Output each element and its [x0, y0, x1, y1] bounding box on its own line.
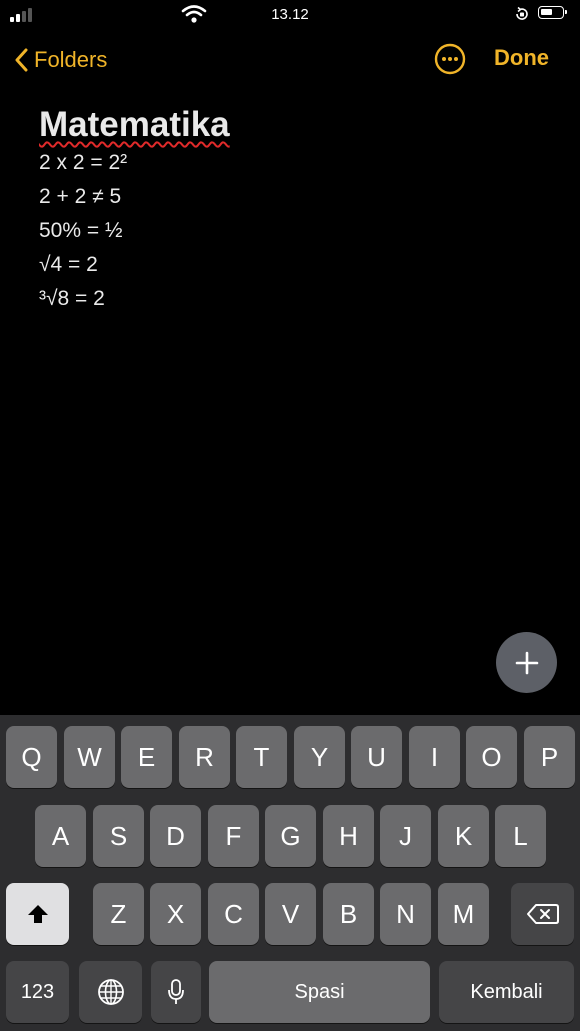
- back-button[interactable]: Folders: [14, 43, 107, 77]
- more-options-button[interactable]: [434, 43, 466, 75]
- note-line[interactable]: 2 + 2 ≠ 5: [39, 180, 559, 214]
- shift-icon: [27, 905, 48, 923]
- shift-key[interactable]: [6, 883, 69, 945]
- key-d[interactable]: D: [150, 805, 201, 867]
- key-e[interactable]: E: [121, 726, 172, 788]
- key-z[interactable]: Z: [93, 883, 144, 945]
- microphone-icon: [168, 979, 184, 1004]
- note-line[interactable]: √4 = 2: [39, 248, 559, 282]
- note-title[interactable]: Matematika: [39, 104, 230, 146]
- status-bar: 13.12: [0, 0, 580, 32]
- note-line[interactable]: ³√8 = 2: [39, 282, 559, 316]
- key-h[interactable]: H: [323, 805, 374, 867]
- key-n[interactable]: N: [380, 883, 431, 945]
- globe-icon: [97, 979, 124, 1005]
- dictation-key[interactable]: [151, 961, 201, 1023]
- numbers-key[interactable]: 123: [6, 961, 69, 1023]
- key-l[interactable]: L: [495, 805, 546, 867]
- plus-icon: [515, 651, 538, 674]
- globe-key[interactable]: [79, 961, 142, 1023]
- key-s[interactable]: S: [93, 805, 144, 867]
- key-f[interactable]: F: [208, 805, 259, 867]
- key-j[interactable]: J: [380, 805, 431, 867]
- key-c[interactable]: C: [208, 883, 259, 945]
- key-x[interactable]: X: [150, 883, 201, 945]
- space-key[interactable]: Spasi: [209, 961, 430, 1023]
- key-o[interactable]: O: [466, 726, 517, 788]
- back-label: Folders: [34, 47, 108, 72]
- key-r[interactable]: R: [179, 726, 230, 788]
- key-a[interactable]: A: [35, 805, 86, 867]
- chevron-left-icon: [15, 48, 28, 72]
- status-time: 13.12: [271, 6, 309, 23]
- note-body[interactable]: Matematika 2 x 2 = 2² 2 + 2 ≠ 5 50% = ½ …: [39, 104, 559, 316]
- key-u[interactable]: U: [351, 726, 402, 788]
- note-line[interactable]: 50% = ½: [39, 214, 559, 248]
- key-v[interactable]: V: [265, 883, 316, 945]
- delete-left-icon: [526, 904, 559, 924]
- key-m[interactable]: M: [438, 883, 489, 945]
- add-button[interactable]: [496, 632, 557, 693]
- ellipsis-circle-icon: [434, 43, 466, 75]
- return-key[interactable]: Kembali: [439, 961, 574, 1023]
- keyboard: Q W E R T Y U I O P A S D F G H J K L Z …: [0, 715, 580, 1031]
- key-w[interactable]: W: [64, 726, 115, 788]
- key-p[interactable]: P: [524, 726, 575, 788]
- key-q[interactable]: Q: [6, 726, 57, 788]
- done-button[interactable]: Done: [494, 45, 549, 71]
- key-b[interactable]: B: [323, 883, 374, 945]
- battery-icon: [538, 6, 567, 19]
- key-i[interactable]: I: [409, 726, 460, 788]
- backspace-key[interactable]: [511, 883, 574, 945]
- key-y[interactable]: Y: [294, 726, 345, 788]
- key-k[interactable]: K: [438, 805, 489, 867]
- note-line[interactable]: 2 x 2 = 2²: [39, 146, 559, 180]
- key-t[interactable]: T: [236, 726, 287, 788]
- key-g[interactable]: G: [265, 805, 316, 867]
- rotation-lock-icon: [516, 6, 528, 20]
